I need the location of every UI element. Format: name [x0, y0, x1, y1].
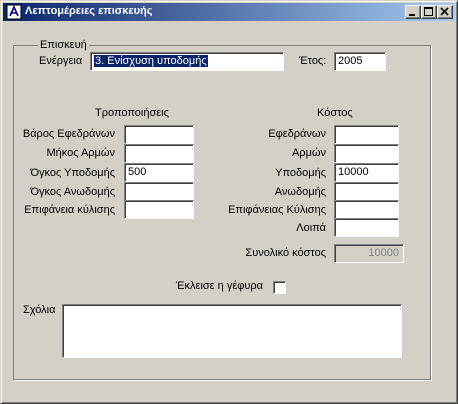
action-value: 3. Ενίσχυση υποδομής: [93, 54, 209, 68]
bridge-closed-checkbox[interactable]: [273, 281, 286, 294]
year-field[interactable]: 2005: [334, 52, 386, 71]
title-bar[interactable]: Λεπτομέρειες επισκευής: [3, 3, 455, 21]
joint-length-field[interactable]: [124, 144, 194, 163]
modifications-heading: Τροποποιήσεις: [95, 107, 169, 119]
repair-details-window: Λεπτομέρειες επισκευής Επισκευή Ενέργεια…: [0, 0, 458, 404]
cost-label: Αρμών: [291, 147, 326, 159]
comments-label: Σχόλια: [23, 304, 56, 316]
joints-cost-field[interactable]: [334, 144, 399, 163]
modification-label: Μήκος Αρμών: [46, 147, 115, 159]
modification-label: Επιφάνεια κύλισης: [24, 204, 115, 216]
total-cost-field: 10000: [334, 244, 404, 263]
substructure-cost-field[interactable]: 10000: [334, 163, 399, 182]
maximize-icon: [424, 7, 433, 16]
rolling-surface-field[interactable]: [124, 200, 194, 219]
year-label: Έτος:: [299, 55, 327, 67]
window-title: Λεπτομέρειες επισκευής: [25, 5, 153, 17]
modification-label: Όγκος Υποδομής: [30, 167, 115, 179]
cost-label: Λοιπά: [296, 222, 326, 234]
bearings-cost-field[interactable]: [334, 125, 399, 144]
minimize-icon: [409, 14, 415, 16]
action-field[interactable]: 3. Ενίσχυση υποδομής: [90, 52, 284, 71]
superstructure-cost-field[interactable]: [334, 182, 399, 201]
minimize-button[interactable]: [405, 5, 421, 19]
substructure-volume-field[interactable]: 500: [124, 163, 194, 182]
superstructure-volume-field[interactable]: [124, 182, 194, 201]
close-button[interactable]: [437, 5, 453, 19]
modification-label: Βάρος Εφεδράνων: [22, 128, 115, 140]
cost-label: Ανωδομής: [274, 186, 326, 198]
other-cost-field[interactable]: [334, 218, 399, 237]
repair-group-label: Επισκευή: [38, 39, 89, 51]
rolling-surface-cost-field[interactable]: [334, 200, 399, 219]
modification-label: Όγκος Ανωδομής: [30, 186, 115, 198]
cost-label: Επιφάνειας Κύλισης: [228, 204, 326, 216]
total-cost-label: Συνολικό κόστος: [245, 247, 326, 259]
bearing-weight-field[interactable]: [124, 125, 194, 144]
close-icon: [440, 7, 449, 16]
maximize-button[interactable]: [421, 5, 437, 19]
comments-textarea[interactable]: [62, 304, 402, 358]
cost-heading: Κόστος: [317, 107, 353, 119]
cost-label: Υποδομής: [275, 167, 326, 179]
cost-label: Εφεδράνων: [268, 128, 326, 140]
action-label: Ενέργεια: [39, 55, 83, 67]
app-icon: [6, 4, 22, 20]
bridge-closed-label: Έκλεισε η γέφυρα: [175, 280, 263, 292]
